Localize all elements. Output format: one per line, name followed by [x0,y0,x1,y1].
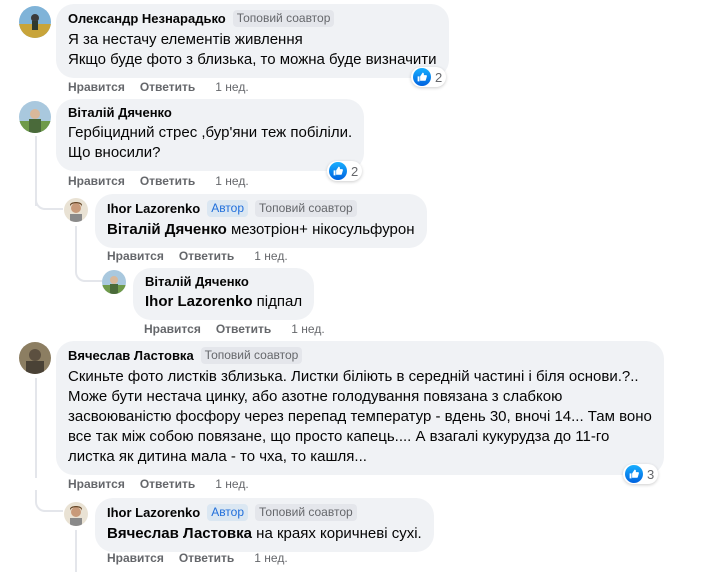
comment-actions: Нравится Ответить 1 нед. [68,477,249,491]
comment-actions: Нравится Ответить 1 нед. [68,174,249,188]
avatar[interactable] [64,198,88,222]
thread-connector [35,490,63,512]
top-contributor-badge: Топовий соавтор [255,504,357,521]
top-contributor-badge: Топовий соавтор [200,347,303,364]
comment-text: Гербіцидний стрес ,бур'яни теж побіліли.… [68,124,353,161]
reaction-summary[interactable]: 2 [327,161,363,181]
comment-bubble: Олександр Незнарадько Топовий соавтор Я … [56,4,449,78]
like-icon [329,162,347,180]
timestamp[interactable]: 1 нед. [291,322,324,336]
mention-link[interactable]: Віталій Дяченко [107,221,227,238]
comment-text: Скиньте фото листків зблизька. Листки бі… [68,368,652,465]
like-icon [625,465,643,483]
thread-connector [75,254,102,282]
thread-line [75,530,77,572]
avatar[interactable] [102,270,126,294]
mention-link[interactable]: Вячеслав Ластовка [107,525,252,542]
thread-connector [35,190,63,210]
comment-bubble: Віталій Дяченко Гербіцидний стрес ,бур'я… [56,99,365,171]
timestamp[interactable]: 1 нед. [254,551,287,565]
reply-bubble: Ihor Lazorenko Автор Топовий соавтор Віт… [95,194,427,248]
comment-actions: Нравится Ответить 1 нед. [144,322,325,336]
comment-text: Я за нестачу елементів живлення Якщо буд… [68,31,437,68]
comment-actions: Нравится Ответить 1 нед. [107,249,288,263]
comment-bubble: Вячеслав Ластовка Топовий соавтор Скиньт… [56,341,664,475]
thread-line [35,378,37,478]
reaction-count: 2 [351,163,359,179]
comment-actions: Нравится Ответить 1 нед. [68,80,249,94]
avatar[interactable] [19,342,51,374]
author-badge: Автор [207,200,249,217]
comment-author[interactable]: Віталій Дяченко [145,274,249,289]
timestamp[interactable]: 1 нед. [215,80,248,94]
reply-button[interactable]: Ответить [179,551,234,565]
avatar[interactable] [19,6,51,38]
comment-author[interactable]: Ihor Lazorenko [107,505,200,520]
like-button[interactable]: Нравится [68,174,125,188]
like-icon [413,68,431,86]
like-button[interactable]: Нравится [68,80,125,94]
like-button[interactable]: Нравится [68,477,125,491]
reaction-summary[interactable]: 2 [411,67,447,87]
reply-button[interactable]: Ответить [179,249,234,263]
reply-bubble: Віталій Дяченко Ihor Lazorenko підпал [133,268,315,320]
comment-author[interactable]: Олександр Незнарадько [68,11,226,26]
comment-author[interactable]: Ihor Lazorenko [107,201,200,216]
avatar[interactable] [19,101,51,133]
reply-button[interactable]: Ответить [140,80,195,94]
reply-button[interactable]: Ответить [140,174,195,188]
comment-actions: Нравится Ответить 1 нед. [107,551,288,565]
comment-author[interactable]: Віталій Дяченко [68,105,172,120]
timestamp[interactable]: 1 нед. [215,477,248,491]
avatar[interactable] [64,502,88,526]
comment-text: Віталій Дяченко мезотріон+ нікосульфурон [107,221,415,238]
comment-text: Вячеслав Ластовка на краях коричневі сух… [107,525,422,542]
reaction-count: 3 [647,466,655,482]
comment-text: Ihor Lazorenko підпал [145,293,303,310]
author-badge: Автор [207,504,249,521]
timestamp[interactable]: 1 нед. [215,174,248,188]
reply-button[interactable]: Ответить [216,322,271,336]
like-button[interactable]: Нравится [107,551,164,565]
like-button[interactable]: Нравится [144,322,201,336]
like-button[interactable]: Нравится [107,249,164,263]
reply-button[interactable]: Ответить [140,477,195,491]
top-contributor-badge: Топовий соавтор [255,200,357,217]
reply-bubble: Ihor Lazorenko Автор Топовий соавтор Вяч… [95,498,434,552]
mention-link[interactable]: Ihor Lazorenko [145,293,253,310]
timestamp[interactable]: 1 нед. [254,249,287,263]
comment-author[interactable]: Вячеслав Ластовка [68,348,194,363]
top-contributor-badge: Топовий соавтор [232,10,335,27]
reaction-count: 2 [435,69,443,85]
reaction-summary[interactable]: 3 [623,464,659,484]
